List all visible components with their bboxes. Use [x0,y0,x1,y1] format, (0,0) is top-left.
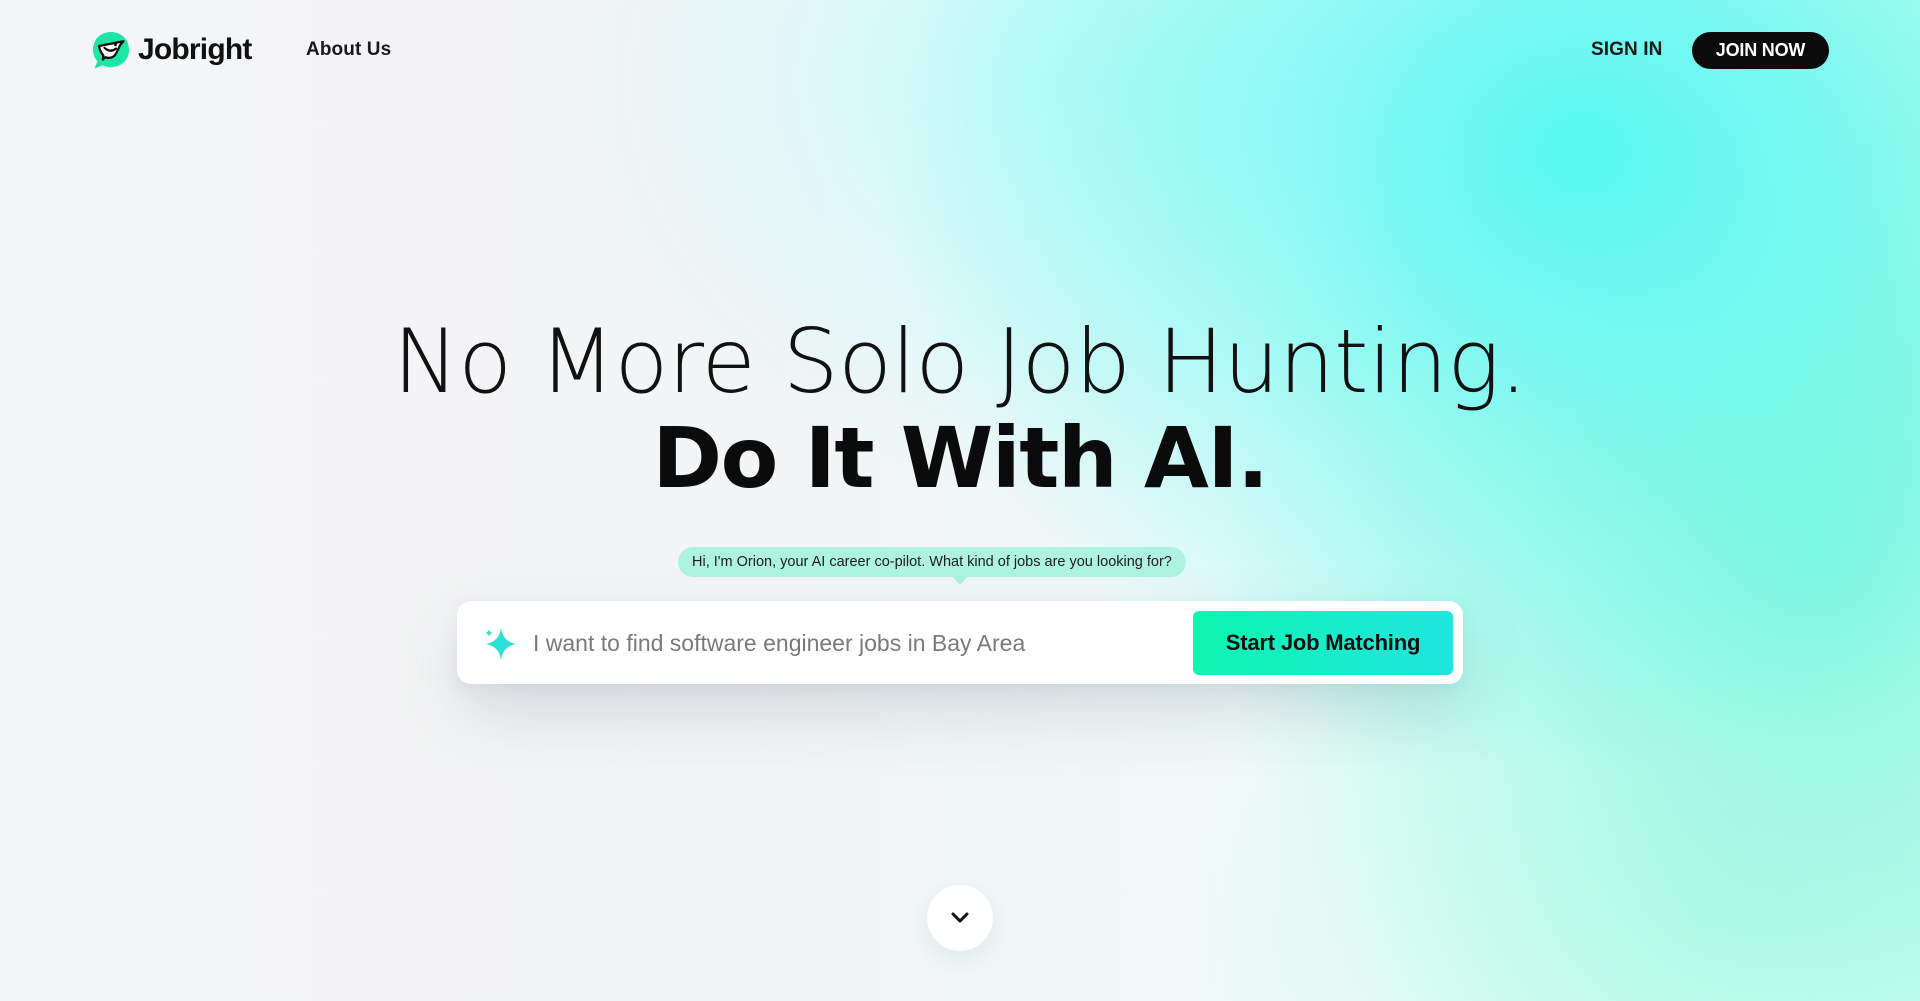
join-now-button[interactable]: JOIN NOW [1692,32,1829,69]
assistant-bubble-tail [952,576,968,585]
chevron-down-icon [951,912,969,923]
sign-in-link[interactable]: SIGN IN [1591,39,1662,61]
sparkle-icon [485,628,516,660]
hero-heading: No More Solo Job Hunting. Do It With AI. [0,310,1920,507]
assistant-greeting-bubble: Hi, I'm Orion, your AI career co-pilot. … [678,547,1186,577]
nav-about-us-link[interactable]: About Us [306,39,391,61]
hero-title-line2: Do It With AI. [652,409,1269,507]
hero-title-line1: No More Solo Job Hunting. [392,310,1528,413]
job-search-input[interactable] [533,621,1133,665]
brand-name: Jobright [138,33,252,66]
job-search-bar: Start Job Matching [457,601,1463,684]
brand-logo[interactable]: Jobright [90,29,252,71]
bird-chat-logo-icon [93,32,129,69]
top-navigation: Jobright About Us SIGN IN JOIN NOW [0,0,1920,100]
scroll-down-button[interactable] [927,885,993,951]
start-job-matching-button[interactable]: Start Job Matching [1193,611,1453,675]
